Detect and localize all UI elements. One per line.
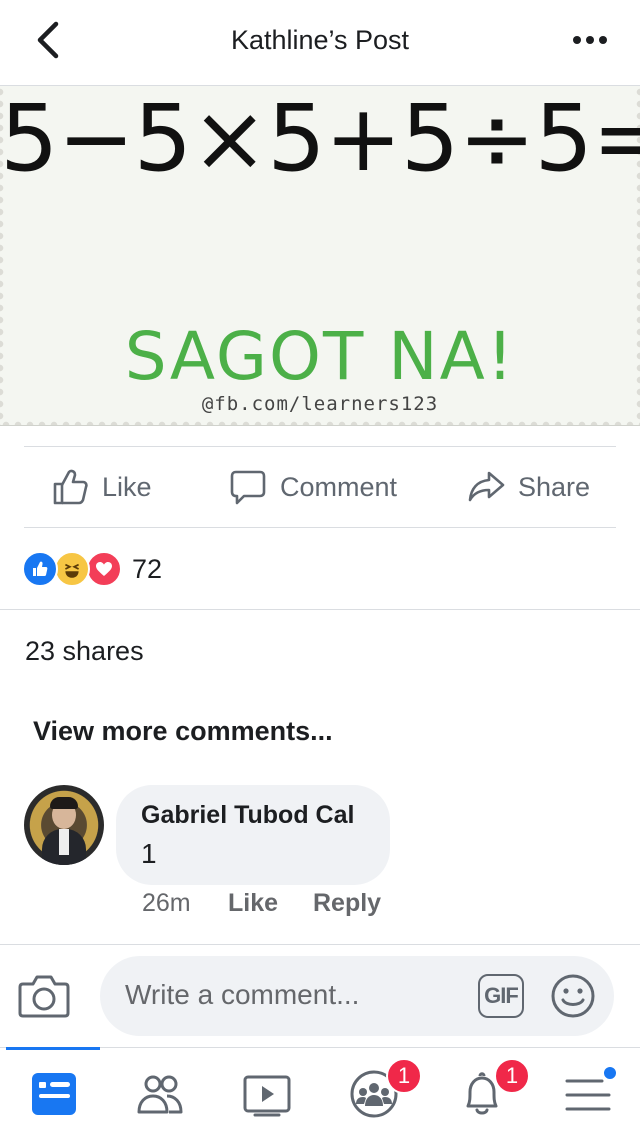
groups-badge: 1	[386, 1058, 422, 1094]
tab-menu[interactable]	[560, 1065, 618, 1122]
shares-count[interactable]: 23 shares	[25, 636, 144, 667]
tab-watch[interactable]	[239, 1066, 295, 1122]
ellipsis-icon	[573, 36, 607, 44]
tab-friends[interactable]	[132, 1066, 188, 1122]
comment-reply-button[interactable]: Reply	[313, 889, 381, 918]
post-image[interactable]: 5−5×5+5÷5=? SAGOT NA! @fb.com/learners12…	[0, 86, 640, 426]
comment-bubble-icon	[230, 470, 266, 505]
bottom-tab-bar: 1 1	[0, 1047, 640, 1136]
comment-like-button[interactable]: Like	[228, 889, 278, 918]
menu-notification-dot	[602, 1065, 618, 1081]
share-label: Share	[518, 471, 591, 502]
header: Kathline’s Post	[0, 0, 640, 86]
love-reaction-icon	[86, 551, 122, 587]
view-more-comments-link[interactable]: View more comments...	[33, 716, 333, 747]
comment-composer[interactable]: Write a comment... GIF	[100, 956, 614, 1036]
like-label: Like	[102, 471, 152, 502]
comment-label: Comment	[280, 471, 398, 502]
comment-button[interactable]: Comment	[228, 447, 397, 527]
reactions-summary[interactable]: 72	[22, 548, 162, 590]
like-reaction-icon	[22, 551, 58, 587]
watch-video-icon	[243, 1075, 291, 1117]
image-border-bottom	[0, 417, 640, 425]
camera-icon	[18, 975, 70, 1018]
tab-home[interactable]	[26, 1066, 82, 1122]
share-button[interactable]: Share	[466, 447, 590, 527]
haha-reaction-icon	[54, 551, 90, 587]
comment-timestamp: 26m	[142, 889, 191, 917]
friends-icon	[137, 1075, 183, 1114]
divider	[24, 527, 616, 528]
gif-button[interactable]: GIF	[478, 974, 524, 1018]
thumbs-up-icon	[53, 469, 88, 505]
comment-text: 1	[141, 838, 157, 869]
reaction-count: 72	[132, 553, 163, 584]
comment-input[interactable]: Write a comment...	[125, 979, 359, 1011]
active-tab-indicator	[6, 1047, 100, 1050]
notifications-badge: 1	[494, 1058, 530, 1094]
avatar-shirt	[59, 829, 69, 855]
divider	[0, 944, 640, 945]
more-options-button[interactable]	[570, 28, 610, 52]
camera-button[interactable]	[18, 970, 70, 1020]
smiley-icon	[551, 974, 595, 1018]
share-arrow-icon	[468, 471, 505, 502]
image-caption-text: SAGOT NA!	[124, 318, 516, 395]
divider	[0, 609, 640, 610]
news-feed-icon	[32, 1073, 76, 1115]
emoji-button[interactable]	[550, 973, 596, 1019]
comment-author[interactable]: Gabriel Tubod Cal	[141, 801, 354, 830]
page-title: Kathline’s Post	[230, 25, 410, 55]
avatar-hair	[50, 797, 78, 809]
comment-bubble[interactable]: Gabriel Tubod Cal 1	[116, 785, 390, 885]
image-credit-text: @fb.com/learners123	[201, 393, 439, 415]
tab-groups[interactable]: 1	[346, 1058, 422, 1122]
tab-notifications[interactable]: 1	[454, 1058, 530, 1122]
like-button[interactable]: Like	[50, 447, 152, 527]
image-equation-text: 5−5×5+5÷5=?	[0, 86, 640, 192]
avatar[interactable]	[24, 785, 104, 865]
post-actions: Like Comment Share	[0, 447, 640, 527]
